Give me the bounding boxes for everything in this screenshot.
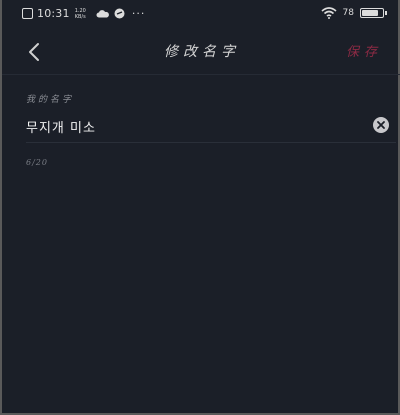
name-input[interactable] (26, 115, 346, 137)
network-speed: 1.20 KB/s (75, 8, 86, 20)
battery-percent: 78 (342, 8, 354, 18)
name-field (26, 110, 396, 143)
app-screen: 10:31 1.20 KB/s ··· 78 修改名字 保存 我的名字 무지개 … (0, 0, 400, 415)
battery-level-fill (362, 10, 378, 16)
char-counter: 6/20 (26, 158, 48, 167)
app-notification-icon (22, 8, 33, 19)
sync-icon (114, 8, 125, 19)
status-time: 10:31 (37, 7, 70, 20)
name-field-label: 我的名字 (26, 95, 75, 105)
wifi-icon (321, 7, 337, 19)
page-title: 修改名字 (164, 44, 240, 60)
status-left: 10:31 1.20 KB/s ··· (22, 7, 145, 20)
more-notifications-icon: ··· (131, 7, 146, 20)
cloud-icon (96, 10, 109, 18)
clear-circle-icon (377, 121, 385, 129)
status-bar: 10:31 1.20 KB/s ··· 78 (2, 0, 400, 28)
status-right: 78 (321, 7, 387, 19)
clear-button[interactable] (373, 117, 389, 133)
title-bar: 修改名字 保存 (2, 28, 400, 75)
battery-icon (360, 8, 387, 18)
save-button[interactable]: 保存 (346, 41, 382, 60)
network-speed-unit: KB/s (74, 13, 86, 20)
